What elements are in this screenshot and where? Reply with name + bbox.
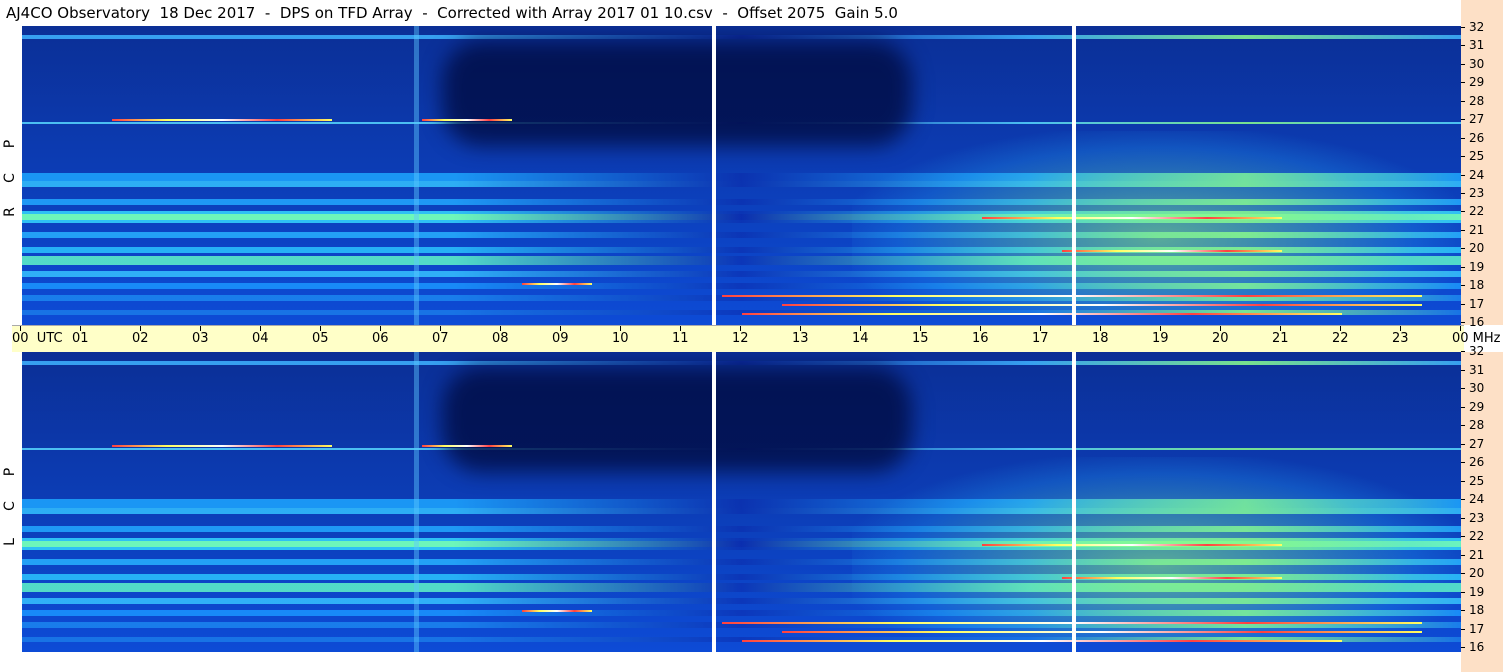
hour-label: 14	[852, 331, 869, 346]
freq-tick-label: 18	[1461, 278, 1484, 292]
freq-tick-label: 16	[1461, 640, 1484, 654]
quiet-region	[442, 40, 912, 146]
freq-tick-label: 20	[1461, 241, 1484, 255]
hour-label: 05	[312, 331, 329, 346]
freq-tick-label: 28	[1461, 418, 1484, 432]
lcp-label-char-1: P	[2, 467, 18, 477]
freq-tick-label: 28	[1461, 94, 1484, 108]
rcp-label-char-2: C	[2, 173, 18, 183]
time-marker	[1072, 352, 1076, 652]
rcp-label-char-3: R	[2, 207, 18, 217]
freq-tick-label: 20	[1461, 566, 1484, 580]
burst-trace	[112, 445, 332, 447]
hour-label: 12	[732, 331, 749, 346]
rcp-frequency-axis: 32 31 30 29 28 27 26 25 24 23 22 21 20 19 18 17 16	[1461, 0, 1503, 329]
freq-tick-label: 26	[1461, 131, 1484, 145]
freq-tick-label: 23	[1461, 186, 1484, 200]
freq-tick-label: 31	[1461, 363, 1484, 377]
hour-label: 09	[552, 331, 569, 346]
hour-label: 10	[612, 331, 629, 346]
freq-tick-label: 18	[1461, 603, 1484, 617]
hour-label: 03	[192, 331, 209, 346]
rcp-label-column: P C R	[0, 26, 22, 325]
burst-trace	[982, 544, 1282, 546]
interference-stripe	[414, 352, 419, 652]
freq-tick-label: 32	[1461, 20, 1484, 34]
lcp-frequency-axis: 32 31 30 29 28 27 26 25 24 23 22 21 20 19 18 17 16	[1461, 344, 1503, 672]
hour-label: 15	[912, 331, 929, 346]
freq-tick-label: 22	[1461, 529, 1484, 543]
interference-stripe	[414, 26, 419, 325]
hour-label: 19	[1152, 331, 1169, 346]
freq-tick-label: 27	[1461, 437, 1484, 451]
freq-tick-label: 21	[1461, 223, 1484, 237]
burst-trace	[1062, 250, 1282, 253]
lcp-label-column: P C L	[0, 352, 22, 652]
burst-trace	[982, 217, 1282, 220]
rcp-spectrogram	[22, 26, 1461, 325]
freq-tick-label: 26	[1461, 455, 1484, 469]
burst-trace	[1062, 577, 1282, 579]
freq-tick-label: 19	[1461, 585, 1484, 599]
freq-tick-label: 30	[1461, 381, 1484, 395]
burst-trace	[522, 283, 592, 286]
freq-tick-label: 25	[1461, 149, 1484, 163]
lcp-label-char-2: C	[2, 501, 18, 511]
freq-tick-label: 29	[1461, 400, 1484, 414]
time-marker	[712, 26, 716, 325]
freq-tick-label: 31	[1461, 38, 1484, 52]
freq-tick-label: 21	[1461, 548, 1484, 562]
daytime-emission	[852, 130, 1461, 311]
freq-tick-label: 23	[1461, 511, 1484, 525]
hour-label: 00 UTC	[12, 331, 63, 346]
burst-trace	[422, 445, 512, 447]
emission-band	[22, 34, 1461, 39]
time-marker	[1072, 26, 1076, 325]
hour-label: 04	[252, 331, 269, 346]
burst-trace	[112, 118, 332, 121]
hour-label: 21	[1272, 331, 1289, 346]
utc-time-axis: 00 UTC 01 02 03 04 05 06 07 08 09 10 11 12 13 14 15 16 17…	[12, 325, 1501, 354]
hour-label: 02	[132, 331, 149, 346]
freq-tick-label: 25	[1461, 474, 1484, 488]
hour-label: 22	[1332, 331, 1349, 346]
emission-band	[22, 361, 1461, 365]
burst-trace	[782, 304, 1422, 307]
hour-label: 08	[492, 331, 509, 346]
freq-tick-label: 17	[1461, 622, 1484, 636]
hour-label: 07	[432, 331, 449, 346]
freq-tick-label: 19	[1461, 260, 1484, 274]
freq-tick-label: 16	[1461, 315, 1484, 329]
freq-tick-label: 17	[1461, 297, 1484, 311]
freq-tick-label: 24	[1461, 168, 1484, 182]
burst-trace	[782, 631, 1422, 633]
freq-tick-label: 27	[1461, 112, 1484, 126]
time-marker	[712, 352, 716, 652]
freq-tick-label: 24	[1461, 492, 1484, 506]
lcp-spectrogram	[22, 352, 1461, 652]
hour-label: 17	[1032, 331, 1049, 346]
hour-label: 13	[792, 331, 809, 346]
daytime-emission	[852, 457, 1461, 637]
freq-tick-label: 30	[1461, 57, 1484, 71]
burst-trace	[522, 610, 592, 612]
hour-label: 16	[972, 331, 989, 346]
hour-label: 01	[72, 331, 89, 346]
rcp-label-char-1: P	[2, 139, 18, 149]
burst-trace	[422, 118, 512, 121]
lcp-label-char-3: L	[2, 538, 18, 546]
freq-tick-label: 22	[1461, 204, 1484, 218]
hour-label: 18	[1092, 331, 1109, 346]
freq-tick-label: 29	[1461, 75, 1484, 89]
burst-trace	[742, 640, 1342, 642]
plot-title: AJ4CO Observatory 18 Dec 2017 - DPS on T…	[6, 4, 898, 22]
burst-trace	[742, 313, 1342, 316]
freq-tick-label: 32	[1461, 344, 1484, 358]
hour-label: 11	[672, 331, 689, 346]
hour-label: 06	[372, 331, 389, 346]
hour-label: 20	[1212, 331, 1229, 346]
hour-label: 23	[1392, 331, 1409, 346]
quiet-region	[442, 367, 912, 472]
